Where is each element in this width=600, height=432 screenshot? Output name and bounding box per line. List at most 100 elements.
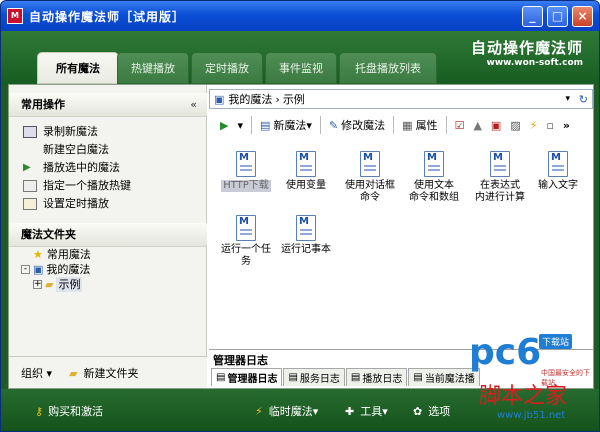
app-icon: M bbox=[7, 8, 23, 24]
dropdown-icon[interactable]: ▾ bbox=[565, 94, 570, 104]
op-new-blank[interactable]: 新建空白魔法 bbox=[23, 141, 109, 159]
op-label: 指定一个播放热键 bbox=[43, 179, 131, 192]
gear-icon[interactable]: ▫ bbox=[543, 115, 556, 135]
file-item[interactable]: 运行记事本 bbox=[271, 215, 341, 256]
refresh-icon[interactable]: ↻ bbox=[579, 93, 588, 106]
tree-label: 我的魔法 bbox=[46, 263, 91, 276]
title-bar: M 自动操作魔法师［试用版］ _ □ × bbox=[1, 1, 599, 31]
new-magic-button[interactable]: ▤ 新魔法 ▾ bbox=[257, 115, 315, 135]
magic-file-icon bbox=[548, 151, 568, 177]
tab-timed-play[interactable]: 定时播放 bbox=[191, 52, 263, 84]
file-item[interactable]: 使用变量 bbox=[271, 151, 341, 192]
edit-magic-button[interactable]: ✎ 修改魔法 bbox=[326, 115, 388, 135]
more-button[interactable]: » bbox=[560, 115, 573, 135]
tree-examples[interactable]: + ▰ 示例 bbox=[33, 277, 83, 292]
magic-file-icon bbox=[236, 151, 256, 177]
tab-hotkey-play[interactable]: 热键播放 bbox=[117, 52, 189, 84]
op-play-selected[interactable]: ▶ 播放选中的魔法 bbox=[23, 159, 120, 177]
address-bar[interactable]: ▣ 我的魔法 › 示例 ▾ ↻ bbox=[209, 89, 593, 109]
folder-icon: ▣ bbox=[33, 263, 44, 276]
op-label: 新建空白魔法 bbox=[43, 143, 109, 156]
path-child[interactable]: 示例 bbox=[283, 91, 305, 107]
op-set-timer[interactable]: 设置定时播放 bbox=[23, 195, 109, 213]
watermark-cn: 脚本之家 bbox=[479, 384, 568, 409]
new-icon: ▤ bbox=[260, 118, 271, 132]
calendar-icon bbox=[23, 198, 37, 210]
lock-icon[interactable]: ▲ bbox=[470, 115, 484, 135]
flash-icon[interactable]: ⚡ bbox=[527, 115, 541, 135]
tab-tray-playlist[interactable]: 托盘播放列表 bbox=[339, 52, 437, 84]
op-record-new[interactable]: 录制新魔法 bbox=[23, 123, 98, 141]
file-item[interactable]: 输入文字 bbox=[523, 151, 593, 192]
tab-event-monitor[interactable]: 事件监视 bbox=[265, 52, 337, 84]
toolbar: ▶ ▾ ▤ 新魔法 ▾ ✎ 修改魔法 ▦ 属性 ☑ ▲ ▣ ▨ ⚡ ▫ » bbox=[209, 113, 593, 137]
log-tab-manager[interactable]: ▤ 管理器日志 bbox=[211, 368, 283, 386]
common-ops-title: 常用操作 bbox=[21, 98, 65, 111]
tree-my-magic[interactable]: - ▣ 我的魔法 bbox=[21, 262, 90, 277]
magic-file-icon bbox=[236, 215, 256, 241]
play-dropdown-icon[interactable]: ▾ bbox=[234, 115, 246, 135]
log-tab-service[interactable]: ▤ 服务日志 bbox=[283, 368, 345, 386]
file-view: HTTP下载 使用变量 使用对话框 命令 使用文本 命令和数组 在表达式 内进行… bbox=[209, 145, 593, 345]
maximize-button[interactable]: □ bbox=[547, 6, 568, 27]
buy-activate-link[interactable]: ⚷ 购买和激活 bbox=[35, 403, 103, 419]
properties-button[interactable]: ▦ 属性 bbox=[399, 115, 440, 135]
window-title: 自动操作魔法师［试用版］ bbox=[29, 10, 186, 24]
options-gear-icon: ✿ bbox=[413, 404, 423, 418]
tree-label: 常用魔法 bbox=[46, 248, 91, 261]
key-icon: ⚷ bbox=[35, 404, 44, 418]
tree-common[interactable]: ★ 常用魔法 bbox=[33, 247, 91, 262]
tree-label: 示例 bbox=[56, 277, 83, 292]
properties-icon: ▦ bbox=[402, 118, 413, 132]
expand-toggle-icon[interactable]: + bbox=[33, 280, 42, 289]
keyboard-icon bbox=[23, 180, 37, 192]
log-tabs: ▤ 管理器日志 ▤ 服务日志 ▤ 播放日志 ▤ 当前魔法播 bbox=[211, 368, 481, 386]
record-icon[interactable]: ▣ bbox=[488, 115, 504, 135]
temp-magic-button[interactable]: ⚡ 临时魔法 ▾ bbox=[255, 403, 318, 419]
op-label: 录制新魔法 bbox=[43, 125, 98, 138]
op-assign-hotkey[interactable]: 指定一个播放热键 bbox=[23, 177, 131, 195]
file-item[interactable]: 使用对话框 命令 bbox=[335, 151, 405, 204]
close-button[interactable]: × bbox=[572, 6, 593, 27]
wrench-icon: ✚ bbox=[345, 404, 355, 418]
magic-file-icon bbox=[490, 151, 510, 177]
log-icon: ▤ bbox=[288, 372, 298, 383]
magic-file-icon bbox=[296, 151, 316, 177]
log-tab-play[interactable]: ▤ 播放日志 bbox=[345, 368, 408, 386]
log-title: 管理器日志 bbox=[213, 354, 268, 367]
blank-icon bbox=[23, 144, 37, 156]
folder-header: 魔法文件夹 bbox=[9, 223, 207, 247]
organize-button[interactable]: 组织 ▾ bbox=[21, 365, 52, 381]
new-folder-button[interactable]: ▰ 新建文件夹 bbox=[69, 365, 138, 381]
path-root[interactable]: 我的魔法 bbox=[228, 91, 272, 107]
minimize-button[interactable]: _ bbox=[522, 6, 543, 27]
image-icon[interactable]: ▨ bbox=[507, 115, 523, 135]
file-item[interactable]: 使用文本 命令和数组 bbox=[399, 151, 469, 204]
op-label: 播放选中的魔法 bbox=[43, 161, 120, 174]
flash-icon: ⚡ bbox=[255, 404, 263, 418]
app-window: M 自动操作魔法师［试用版］ _ □ × 自动操作魔法师 www.won-sof… bbox=[0, 0, 600, 432]
play-button[interactable]: ▶ bbox=[217, 115, 231, 135]
star-icon: ★ bbox=[33, 248, 43, 261]
magic-file-icon bbox=[424, 151, 444, 177]
op-label: 设置定时播放 bbox=[43, 197, 109, 210]
options-button[interactable]: ✿ 选项 bbox=[413, 403, 450, 419]
folder-icon: ▰ bbox=[45, 278, 54, 291]
check-icon[interactable]: ☑ bbox=[452, 115, 468, 135]
folder-icon: ▣ bbox=[214, 92, 225, 106]
brand-url: www.won-soft.com bbox=[486, 58, 584, 68]
tab-all-magic[interactable]: 所有魔法 bbox=[37, 52, 119, 84]
watermark-site: pc6 bbox=[469, 332, 542, 373]
magic-file-icon bbox=[360, 151, 380, 177]
collapse-icon[interactable]: « bbox=[190, 93, 197, 117]
collapse-toggle-icon[interactable]: - bbox=[21, 265, 30, 274]
new-folder-icon: ▰ bbox=[69, 366, 78, 380]
watermark-badge: 下载站 bbox=[539, 334, 573, 349]
tools-button[interactable]: ✚ 工具 ▾ bbox=[345, 403, 388, 419]
record-icon bbox=[23, 126, 37, 138]
left-footer: 组织 ▾ ▰ 新建文件夹 bbox=[9, 356, 207, 388]
play-icon: ▶ bbox=[23, 162, 31, 173]
watermark: pc6 下载站 中国最安全的下载站 脚本之家 www.jb51.net bbox=[461, 332, 595, 430]
folder-title: 魔法文件夹 bbox=[21, 228, 76, 241]
common-ops-header[interactable]: 常用操作 « bbox=[9, 93, 207, 117]
